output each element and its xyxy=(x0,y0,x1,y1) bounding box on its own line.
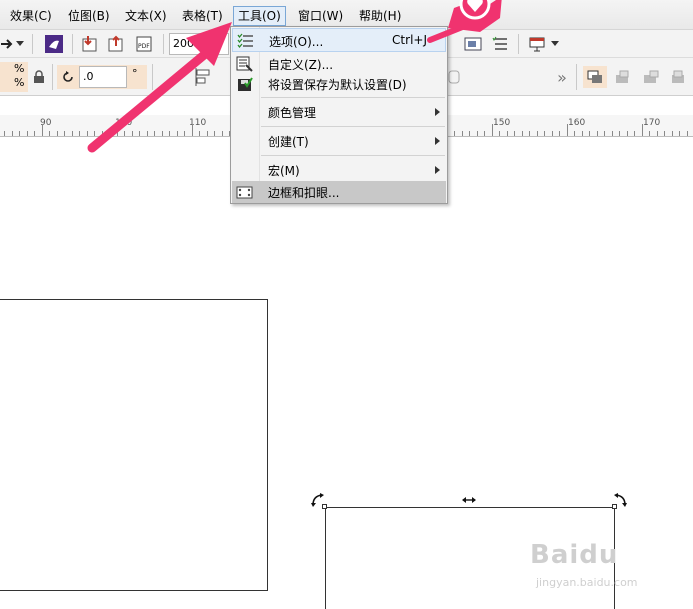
menu-item-macros[interactable]: 宏(M) xyxy=(232,158,446,182)
coreldraw-window: 效果(C) 位图(B) 文本(X) 表格(T) 工具(O) 窗口(W) 帮助(H… xyxy=(0,0,693,609)
annotation-arrow xyxy=(87,21,473,153)
rectangle-shape[interactable] xyxy=(0,299,268,591)
menu-item-label: 边框和扣眼... xyxy=(268,186,340,200)
heart-badge-icon xyxy=(448,0,502,32)
watermark-url: jingyan.baidu.com xyxy=(536,576,638,589)
menu-item-label: 宏(M) xyxy=(268,164,300,178)
menu-item-border-grommet[interactable]: 边框和扣眼... xyxy=(232,181,446,203)
border-grommet-icon xyxy=(236,186,253,199)
skew-handle-icon[interactable] xyxy=(461,495,477,505)
baidu-watermark: Baidu jingyan.baidu.com xyxy=(530,540,638,589)
rotate-handle-icon[interactable] xyxy=(612,492,628,508)
drawing-canvas[interactable] xyxy=(0,138,693,609)
submenu-arrow-icon xyxy=(435,166,440,174)
rotate-handle-icon[interactable] xyxy=(310,492,326,508)
watermark-brand: Baidu xyxy=(530,540,619,570)
